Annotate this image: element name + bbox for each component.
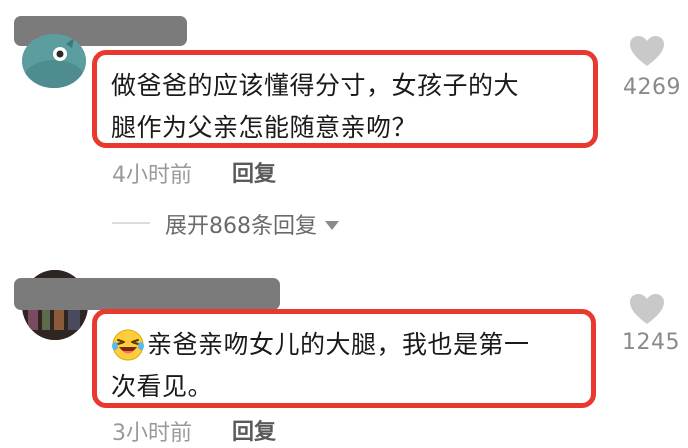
reply-button[interactable]: 回复: [232, 156, 276, 188]
expand-divider: [112, 222, 150, 224]
comment-content-highlighted: 亲爸亲吻女儿的大腿，我也是第一 次看见。: [92, 309, 596, 408]
like-count: 1245: [622, 330, 680, 355]
like-button[interactable]: [628, 34, 666, 70]
comment-content-highlighted: 做爸爸的应该懂得分寸，女孩子的大 腿作为父亲怎能随意亲吻？: [92, 50, 598, 148]
like-button[interactable]: [628, 292, 666, 328]
like-count: 4269: [623, 75, 681, 100]
laughing-face-emoji: [112, 329, 144, 361]
comment-time: 3小时前: [112, 421, 192, 446]
heart-icon: [630, 36, 664, 66]
expand-replies-label: 展开868条回复: [165, 214, 317, 239]
avatar[interactable]: [22, 34, 86, 88]
comment-text-line: 次看见。: [111, 372, 214, 401]
comment-text-line: 亲爸亲吻女儿的大腿，我也是第一: [111, 324, 577, 366]
comment-text-line: 做爸爸的应该懂得分寸，女孩子的大: [111, 71, 520, 100]
reply-button[interactable]: 回复: [232, 414, 276, 446]
expand-replies-button[interactable]: 展开868条回复: [165, 209, 339, 239]
comment-time: 4小时前: [112, 163, 192, 188]
comment-text-line: 腿作为父亲怎能随意亲吻？: [111, 113, 418, 142]
avatar-image: [22, 34, 86, 88]
username-redacted: [14, 278, 280, 310]
heart-icon: [630, 294, 664, 324]
triangle-down-icon: [325, 220, 339, 230]
